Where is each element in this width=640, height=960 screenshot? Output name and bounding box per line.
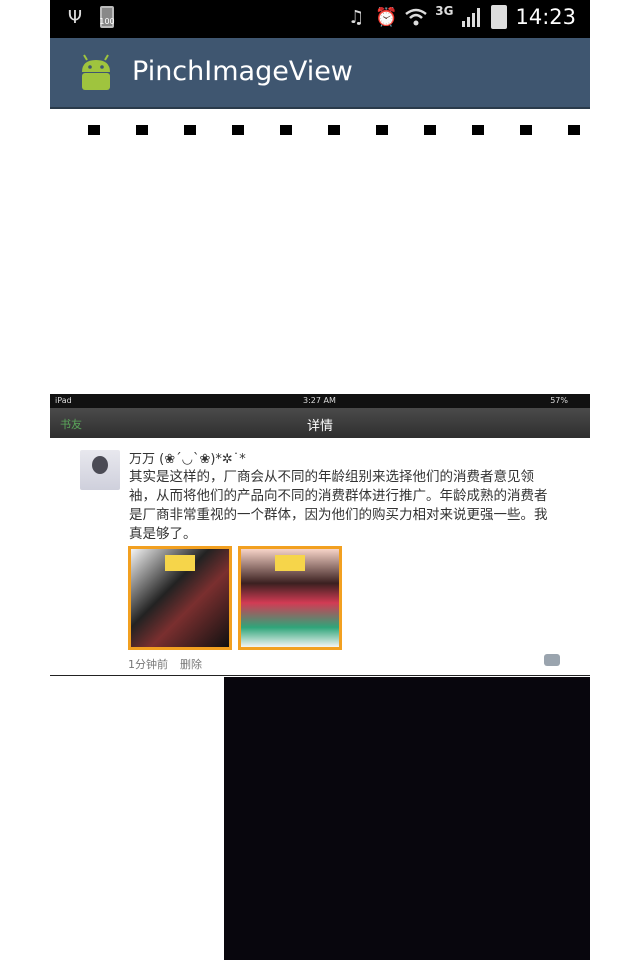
usb-icon: Ψ — [67, 6, 83, 28]
post-user-name: 万万 (❀´◡`❀)*✲˙* — [129, 452, 246, 467]
battery-icon: 100 — [99, 6, 115, 28]
divider — [50, 675, 590, 676]
mute-icon: ♫ — [348, 6, 365, 28]
post-time: 1分钟前 — [128, 658, 168, 671]
artifact-mark — [328, 125, 340, 135]
ipad-time: 3:27 AM — [303, 396, 336, 405]
image-artifacts — [88, 125, 588, 139]
ipad-device-label: iPad — [55, 396, 72, 405]
app-title: PinchImageView — [132, 56, 353, 87]
photo-sticker — [165, 555, 195, 571]
comment-icon[interactable] — [544, 654, 560, 666]
signal-icon — [461, 6, 483, 28]
artifact-mark — [184, 125, 196, 135]
avatar — [80, 450, 120, 490]
status-bar: Ψ 100 ♫ ⏰ 3G 14:23 — [50, 0, 590, 38]
post-photo — [128, 546, 232, 650]
dark-image-region — [224, 677, 590, 960]
artifact-mark — [376, 125, 388, 135]
action-bar: PinchImageView — [50, 38, 590, 109]
battery-icon — [491, 5, 508, 29]
post: 万万 (❀´◡`❀)*✲˙* 其实是这样的，厂商会从不同的年龄组别来选择他们的消… — [50, 438, 590, 676]
artifact-mark — [88, 125, 100, 135]
ipad-nav-bar: 书友 详情 — [50, 408, 590, 438]
artifact-mark — [136, 125, 148, 135]
post-photo — [238, 546, 342, 650]
artifact-mark — [520, 125, 532, 135]
artifact-mark — [424, 125, 436, 135]
network-type: 3G — [435, 4, 454, 18]
delete-link[interactable]: 删除 — [180, 656, 202, 672]
pinch-image[interactable]: iPad 3:27 AM 57% 书友 详情 万万 (❀´◡`❀)*✲˙* 其实… — [50, 394, 590, 676]
artifact-mark — [280, 125, 292, 135]
wifi-icon — [405, 6, 428, 28]
ipad-battery: 57% — [550, 396, 568, 405]
post-text: 其实是这样的，厂商会从不同的年龄组别来选择他们的消费者意见领袖，从而将他们的产品… — [129, 469, 548, 542]
ipad-title: 详情 — [306, 419, 333, 434]
artifact-mark — [232, 125, 244, 135]
photo-sticker — [275, 555, 305, 571]
alarm-icon: ⏰ — [375, 6, 398, 28]
battery-level-label: 100 — [99, 17, 115, 26]
artifact-mark — [568, 125, 580, 135]
android-icon — [82, 54, 110, 90]
ipad-status-bar: iPad 3:27 AM 57% — [50, 394, 590, 408]
clock: 14:23 — [515, 5, 576, 29]
artifact-mark — [472, 125, 484, 135]
